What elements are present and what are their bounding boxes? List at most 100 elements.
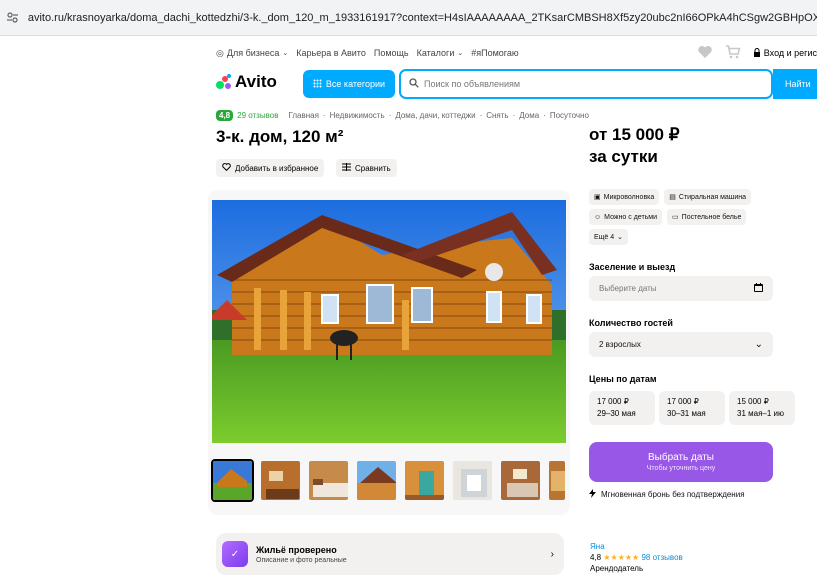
calendar-icon: [754, 283, 763, 294]
verified-title: Жильё проверено: [256, 544, 337, 555]
host-name[interactable]: Яна: [590, 541, 683, 552]
career-link[interactable]: Карьера в Авито: [296, 48, 366, 58]
instant-booking-note: Мгновенная бронь без подтверждения: [589, 489, 745, 500]
date-price-card[interactable]: 17 000 ₽ 30–31 мая: [659, 391, 725, 425]
business-icon: ◎: [216, 47, 224, 58]
login-label: Вход и регис: [763, 48, 817, 58]
chevron-down-icon: ⌄: [754, 339, 763, 350]
select-dates-button[interactable]: Выбрать даты Чтобы уточнить цену: [589, 442, 773, 482]
business-link[interactable]: ◎ Для бизнеса ⌄: [216, 48, 288, 59]
top-nav: ◎ Для бизнеса ⌄ Карьера в Авито Помощь К…: [216, 44, 817, 62]
help-tag-link[interactable]: #яПомогаю: [471, 48, 518, 58]
host-rating: 4,8: [590, 553, 602, 562]
microwave-icon: ▣: [594, 194, 601, 201]
breadcrumb-item[interactable]: Посуточно: [550, 111, 589, 120]
main-photo[interactable]: [212, 200, 566, 443]
chevron-down-icon: ⌄: [617, 234, 624, 241]
compare-icon: [342, 163, 351, 173]
host-info: Яна 4,8 ★★★★★ 98 отзывов Арендодатель: [590, 541, 683, 574]
instant-booking-text: Мгновенная бронь без подтверждения: [601, 490, 745, 499]
date-range: 30–31 мая: [667, 409, 706, 418]
chevron-right-icon: ›: [550, 548, 554, 560]
breadcrumb-separator: ·: [479, 111, 483, 120]
business-label: Для бизнеса: [226, 48, 280, 58]
find-button[interactable]: Найти: [773, 69, 817, 99]
host-reviews-link[interactable]: 98 отзывов: [641, 553, 682, 562]
cart-icon[interactable]: [725, 45, 741, 61]
avito-logo-icon: [216, 74, 232, 90]
site-settings-icon[interactable]: [6, 10, 20, 26]
thumbnail[interactable]: [499, 459, 542, 502]
bed-icon: ▭: [672, 214, 679, 221]
guests-select[interactable]: 2 взрослых ⌄: [589, 332, 773, 357]
thumbnail[interactable]: [403, 459, 446, 502]
thumbnail[interactable]: [547, 459, 567, 502]
prices-by-date-list: 17 000 ₽ 29–30 мая 17 000 ₽ 30–31 мая 15…: [589, 391, 817, 425]
verified-subtitle: Описание и фото реальные: [256, 556, 347, 564]
help-link[interactable]: Помощь: [374, 48, 409, 58]
dates-label: Заселение и выезд: [589, 262, 676, 272]
amenity-chip: ▣ Микроволновка: [589, 189, 660, 205]
thumbnail[interactable]: [211, 459, 254, 502]
breadcrumb-item[interactable]: Снять: [486, 111, 508, 120]
thumbnail[interactable]: [307, 459, 350, 502]
date-range: 31 мая–1 ию: [737, 409, 784, 418]
guests-label: Количество гостей: [589, 318, 673, 328]
breadcrumb-item[interactable]: Дома: [519, 111, 539, 120]
date-price-card[interactable]: 15 000 ₽ 31 мая–1 ию: [729, 391, 795, 425]
add-to-favorites-button[interactable]: Добавить в избранное: [216, 159, 325, 177]
amenity-chip: ▤ Стиральная машина: [664, 189, 752, 205]
breadcrumb-item[interactable]: Недвижимость: [330, 111, 385, 120]
breadcrumb-separator: ·: [322, 111, 326, 120]
thumbnail[interactable]: [259, 459, 302, 502]
search-input[interactable]: Поиск по объявлениям: [399, 69, 773, 99]
dates-placeholder: Выберите даты: [599, 284, 657, 293]
chevron-down-icon: ⌄: [282, 50, 289, 57]
all-categories-button[interactable]: Все категории: [303, 70, 395, 98]
breadcrumb-separator: ·: [388, 111, 392, 120]
kids-icon: ☺: [594, 213, 602, 221]
amenity-label: Микроволновка: [603, 193, 655, 201]
compare-button[interactable]: Сравнить: [336, 159, 397, 177]
url-text[interactable]: avito.ru/krasnoyarka/doma_dachi_kottedzh…: [28, 12, 817, 24]
thumbnail-strip: [211, 459, 567, 502]
date-range: 29–30 мая: [597, 409, 636, 418]
star-rating-icon: ★★★★★: [603, 553, 640, 562]
login-link[interactable]: Вход и регис: [753, 47, 817, 59]
avito-logo[interactable]: Avito: [216, 72, 277, 92]
verified-text: Жильё проверено Описание и фото реальные: [256, 545, 347, 564]
prices-by-date-label: Цены по датам: [589, 374, 657, 384]
breadcrumb-item[interactable]: Главная: [288, 111, 318, 120]
more-amenities-button[interactable]: Ещё 4 ⌄: [589, 229, 629, 245]
avito-logo-text: Avito: [235, 72, 277, 91]
chevron-down-icon: ⌄: [457, 50, 464, 57]
amenities-list: ▣ Микроволновка ▤ Стиральная машина ☺ Можно…: [589, 189, 779, 245]
washing-machine-icon: ▤: [669, 194, 676, 201]
search-placeholder: Поиск по объявлениям: [424, 79, 521, 89]
breadcrumb-separator: ·: [543, 111, 546, 120]
breadcrumb-item[interactable]: Дома, дачи, коттеджи: [395, 111, 475, 120]
grid-icon: [313, 79, 322, 90]
all-categories-label: Все категории: [325, 79, 386, 89]
catalogs-link[interactable]: Каталоги ⌄: [417, 48, 464, 58]
verified-housing-card[interactable]: ✓ Жильё проверено Описание и фото реальн…: [216, 533, 564, 575]
add-to-favorites-label: Добавить в избранное: [235, 163, 319, 173]
thumbnail[interactable]: [355, 459, 398, 502]
reviews-link[interactable]: 29 отзывов: [237, 111, 278, 120]
amenity-label: Можно с детьми: [604, 213, 658, 221]
price: от 15 000 ₽ за сутки: [589, 124, 680, 168]
more-amenities-label: Ещё 4: [594, 233, 615, 241]
select-dates-hint: Чтобы уточнить цену: [646, 465, 716, 472]
date-price: 17 000 ₽: [667, 397, 699, 406]
date-price: 17 000 ₽: [597, 397, 629, 406]
lock-icon: [753, 47, 761, 59]
dates-field[interactable]: Выберите даты: [589, 276, 773, 301]
lightning-icon: [589, 489, 596, 500]
thumbnail[interactable]: [451, 459, 494, 502]
date-price-card[interactable]: 17 000 ₽ 29–30 мая: [589, 391, 655, 425]
amenity-chip: ▭ Постельное белье: [667, 209, 747, 225]
favorites-heart-icon[interactable]: [697, 45, 713, 61]
amenity-chip: ☺ Можно с детьми: [589, 209, 663, 225]
top-nav-right: Вход и регис: [697, 45, 817, 61]
browser-address-bar[interactable]: avito.ru/krasnoyarka/doma_dachi_kottedzh…: [0, 0, 817, 36]
